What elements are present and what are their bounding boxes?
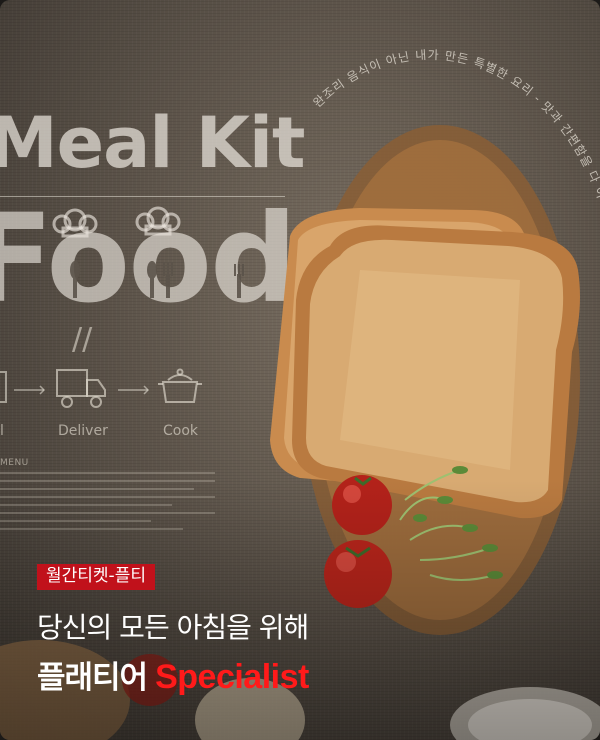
- menu-label: MENU: [0, 458, 29, 468]
- fork-icon: [234, 264, 244, 298]
- step-label: l: [0, 423, 4, 439]
- headline-line1: 당신의 모든 아침을 위해: [37, 611, 309, 644]
- chef-hat-icon: [52, 208, 98, 238]
- step-label-deliver: Deliver: [58, 423, 108, 439]
- van-icon: [56, 369, 106, 408]
- chef-hat-icon: [135, 206, 181, 236]
- step-label-cook: Cook: [163, 423, 199, 439]
- box-icon: [0, 371, 7, 403]
- slash-mark: //: [72, 322, 93, 357]
- pot-icon: [158, 368, 202, 403]
- spoon-icon: [70, 261, 80, 298]
- arrow-icon: [14, 385, 150, 395]
- toast-slice-front: [292, 225, 580, 519]
- fork-icon: [147, 261, 173, 298]
- category-badge: 월간티켓-플티: [37, 564, 155, 590]
- headline-line2: 플래티어 Specialist: [37, 652, 309, 697]
- accent-text: Specialist: [155, 658, 309, 696]
- brand-name: 플래티어: [37, 660, 148, 696]
- promo-card[interactable]: Meal Kit Food 완조리 음식이 아닌 내가 만든 특별한 요리 - …: [0, 0, 600, 740]
